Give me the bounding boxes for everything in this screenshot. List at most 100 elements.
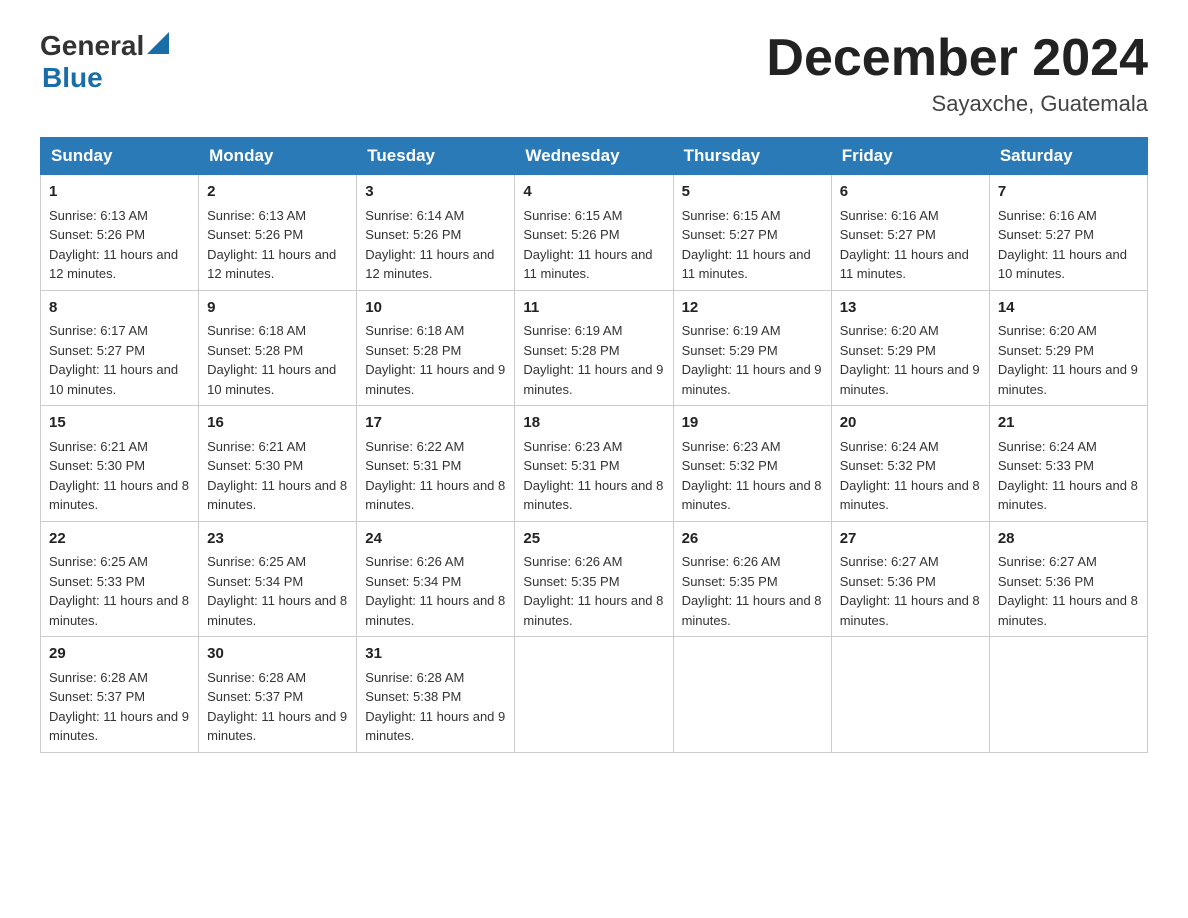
table-row: 18Sunrise: 6:23 AMSunset: 5:31 PMDayligh… xyxy=(515,406,673,522)
day-info: Sunrise: 6:26 AMSunset: 5:35 PMDaylight:… xyxy=(682,554,822,628)
logo-general: General xyxy=(40,30,144,62)
day-info: Sunrise: 6:21 AMSunset: 5:30 PMDaylight:… xyxy=(49,439,189,513)
day-number: 17 xyxy=(365,412,506,435)
day-info: Sunrise: 6:15 AMSunset: 5:26 PMDaylight:… xyxy=(523,208,652,282)
day-number: 26 xyxy=(682,528,823,551)
header-monday: Monday xyxy=(199,138,357,175)
day-number: 25 xyxy=(523,528,664,551)
day-number: 6 xyxy=(840,181,981,204)
day-info: Sunrise: 6:14 AMSunset: 5:26 PMDaylight:… xyxy=(365,208,494,282)
day-info: Sunrise: 6:16 AMSunset: 5:27 PMDaylight:… xyxy=(998,208,1127,282)
table-row: 23 Sunrise: 6:25 AMSunset: 5:34 PMDayligh… xyxy=(199,521,357,637)
table-row: 26 Sunrise: 6:26 AMSunset: 5:35 PMDayligh… xyxy=(673,521,831,637)
day-info: Sunrise: 6:27 AMSunset: 5:36 PMDaylight:… xyxy=(840,554,980,628)
day-info: Sunrise: 6:15 AMSunset: 5:27 PMDaylight:… xyxy=(682,208,811,282)
table-row: 29Sunrise: 6:28 AMSunset: 5:37 PMDayligh… xyxy=(41,637,199,753)
page-header: General Blue December 2024 Sayaxche, Gua… xyxy=(40,30,1148,117)
table-row: 4 Sunrise: 6:15 AMSunset: 5:26 PMDaylight… xyxy=(515,175,673,291)
header-saturday: Saturday xyxy=(989,138,1147,175)
table-row: 5 Sunrise: 6:15 AMSunset: 5:27 PMDaylight… xyxy=(673,175,831,291)
calendar-week-row: 22 Sunrise: 6:25 AMSunset: 5:33 PMDayligh… xyxy=(41,521,1148,637)
day-number: 27 xyxy=(840,528,981,551)
header-sunday: Sunday xyxy=(41,138,199,175)
day-number: 22 xyxy=(49,528,190,551)
calendar-week-row: 8Sunrise: 6:17 AMSunset: 5:27 PMDaylight… xyxy=(41,290,1148,406)
day-number: 24 xyxy=(365,528,506,551)
day-info: Sunrise: 6:22 AMSunset: 5:31 PMDaylight:… xyxy=(365,439,505,513)
day-info: Sunrise: 6:16 AMSunset: 5:27 PMDaylight:… xyxy=(840,208,969,282)
table-row: 11Sunrise: 6:19 AMSunset: 5:28 PMDayligh… xyxy=(515,290,673,406)
calendar-table: Sunday Monday Tuesday Wednesday Thursday… xyxy=(40,137,1148,753)
table-row xyxy=(515,637,673,753)
day-number: 31 xyxy=(365,643,506,666)
day-info: Sunrise: 6:24 AMSunset: 5:33 PMDaylight:… xyxy=(998,439,1138,513)
weekday-header-row: Sunday Monday Tuesday Wednesday Thursday… xyxy=(41,138,1148,175)
header-thursday: Thursday xyxy=(673,138,831,175)
day-number: 15 xyxy=(49,412,190,435)
day-info: Sunrise: 6:20 AMSunset: 5:29 PMDaylight:… xyxy=(998,323,1138,397)
table-row xyxy=(989,637,1147,753)
table-row: 2 Sunrise: 6:13 AMSunset: 5:26 PMDaylight… xyxy=(199,175,357,291)
day-number: 10 xyxy=(365,297,506,320)
table-row: 8Sunrise: 6:17 AMSunset: 5:27 PMDaylight… xyxy=(41,290,199,406)
header-friday: Friday xyxy=(831,138,989,175)
table-row: 27 Sunrise: 6:27 AMSunset: 5:36 PMDayligh… xyxy=(831,521,989,637)
table-row: 22 Sunrise: 6:25 AMSunset: 5:33 PMDayligh… xyxy=(41,521,199,637)
day-info: Sunrise: 6:18 AMSunset: 5:28 PMDaylight:… xyxy=(365,323,505,397)
day-info: Sunrise: 6:28 AMSunset: 5:37 PMDaylight:… xyxy=(49,670,189,744)
day-number: 23 xyxy=(207,528,348,551)
day-number: 5 xyxy=(682,181,823,204)
day-info: Sunrise: 6:25 AMSunset: 5:34 PMDaylight:… xyxy=(207,554,347,628)
header-wednesday: Wednesday xyxy=(515,138,673,175)
day-info: Sunrise: 6:26 AMSunset: 5:34 PMDaylight:… xyxy=(365,554,505,628)
table-row: 3 Sunrise: 6:14 AMSunset: 5:26 PMDaylight… xyxy=(357,175,515,291)
day-number: 2 xyxy=(207,181,348,204)
day-info: Sunrise: 6:20 AMSunset: 5:29 PMDaylight:… xyxy=(840,323,980,397)
table-row: 20Sunrise: 6:24 AMSunset: 5:32 PMDayligh… xyxy=(831,406,989,522)
table-row: 21 Sunrise: 6:24 AMSunset: 5:33 PMDayligh… xyxy=(989,406,1147,522)
month-title: December 2024 xyxy=(766,30,1148,87)
calendar-week-row: 1 Sunrise: 6:13 AMSunset: 5:26 PMDaylight… xyxy=(41,175,1148,291)
day-info: Sunrise: 6:23 AMSunset: 5:32 PMDaylight:… xyxy=(682,439,822,513)
table-row: 12Sunrise: 6:19 AMSunset: 5:29 PMDayligh… xyxy=(673,290,831,406)
table-row: 28 Sunrise: 6:27 AMSunset: 5:36 PMDayligh… xyxy=(989,521,1147,637)
day-number: 1 xyxy=(49,181,190,204)
day-number: 3 xyxy=(365,181,506,204)
day-number: 4 xyxy=(523,181,664,204)
table-row xyxy=(673,637,831,753)
day-info: Sunrise: 6:27 AMSunset: 5:36 PMDaylight:… xyxy=(998,554,1138,628)
day-info: Sunrise: 6:19 AMSunset: 5:29 PMDaylight:… xyxy=(682,323,822,397)
table-row: 31Sunrise: 6:28 AMSunset: 5:38 PMDayligh… xyxy=(357,637,515,753)
table-row: 7 Sunrise: 6:16 AMSunset: 5:27 PMDaylight… xyxy=(989,175,1147,291)
day-number: 16 xyxy=(207,412,348,435)
day-info: Sunrise: 6:28 AMSunset: 5:37 PMDaylight:… xyxy=(207,670,347,744)
day-number: 21 xyxy=(998,412,1139,435)
table-row: 17 Sunrise: 6:22 AMSunset: 5:31 PMDayligh… xyxy=(357,406,515,522)
day-number: 14 xyxy=(998,297,1139,320)
table-row: 30 Sunrise: 6:28 AMSunset: 5:37 PMDayligh… xyxy=(199,637,357,753)
day-number: 30 xyxy=(207,643,348,666)
table-row: 19Sunrise: 6:23 AMSunset: 5:32 PMDayligh… xyxy=(673,406,831,522)
day-number: 9 xyxy=(207,297,348,320)
day-info: Sunrise: 6:13 AMSunset: 5:26 PMDaylight:… xyxy=(49,208,178,282)
table-row: 9Sunrise: 6:18 AMSunset: 5:28 PMDaylight… xyxy=(199,290,357,406)
day-number: 8 xyxy=(49,297,190,320)
logo-blue: Blue xyxy=(42,62,103,93)
table-row: 1 Sunrise: 6:13 AMSunset: 5:26 PMDaylight… xyxy=(41,175,199,291)
day-number: 20 xyxy=(840,412,981,435)
title-section: December 2024 Sayaxche, Guatemala xyxy=(766,30,1148,117)
day-info: Sunrise: 6:23 AMSunset: 5:31 PMDaylight:… xyxy=(523,439,663,513)
table-row: 14 Sunrise: 6:20 AMSunset: 5:29 PMDayligh… xyxy=(989,290,1147,406)
calendar-week-row: 15 Sunrise: 6:21 AMSunset: 5:30 PMDayligh… xyxy=(41,406,1148,522)
day-info: Sunrise: 6:25 AMSunset: 5:33 PMDaylight:… xyxy=(49,554,189,628)
day-info: Sunrise: 6:13 AMSunset: 5:26 PMDaylight:… xyxy=(207,208,336,282)
table-row: 24 Sunrise: 6:26 AMSunset: 5:34 PMDayligh… xyxy=(357,521,515,637)
day-number: 11 xyxy=(523,297,664,320)
table-row: 25Sunrise: 6:26 AMSunset: 5:35 PMDayligh… xyxy=(515,521,673,637)
location-title: Sayaxche, Guatemala xyxy=(766,91,1148,117)
day-number: 7 xyxy=(998,181,1139,204)
day-number: 13 xyxy=(840,297,981,320)
day-number: 28 xyxy=(998,528,1139,551)
header-tuesday: Tuesday xyxy=(357,138,515,175)
calendar-week-row: 29Sunrise: 6:28 AMSunset: 5:37 PMDayligh… xyxy=(41,637,1148,753)
